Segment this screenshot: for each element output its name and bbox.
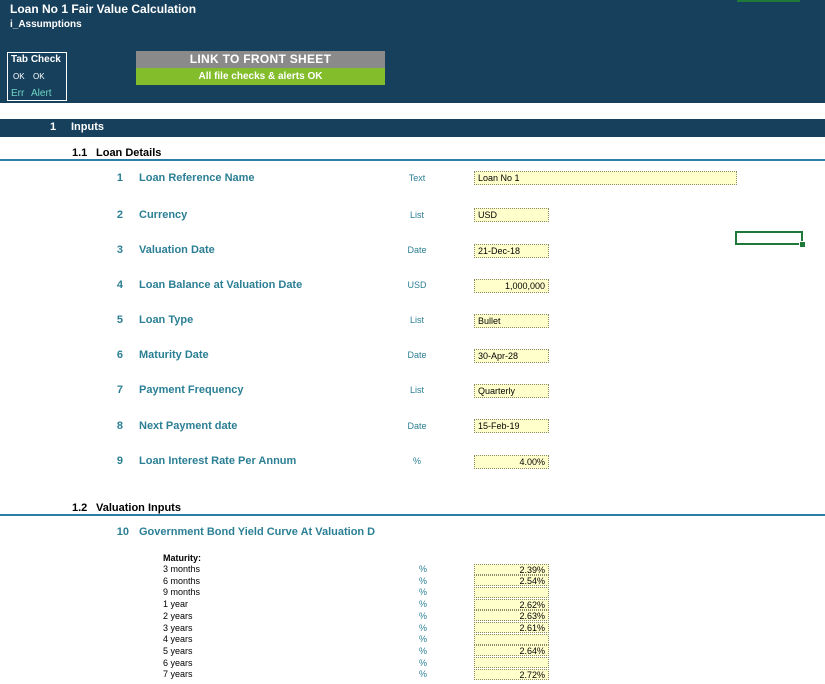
row-type: Date xyxy=(407,245,427,255)
yield-curve-unit: % xyxy=(418,575,427,586)
row-label-next-payment-date: Next Payment date xyxy=(139,420,238,432)
subsection-number-loan-details: 1.1 xyxy=(72,147,88,159)
row-number: 9 xyxy=(116,455,123,467)
file-checks-status: All file checks & alerts OK xyxy=(136,68,385,85)
row-number: 4 xyxy=(116,279,123,291)
row-number: 10 xyxy=(116,526,129,538)
yield-curve-rate-input[interactable] xyxy=(474,633,549,645)
subsection-divider xyxy=(0,514,825,516)
yield-curve-rate-input[interactable]: 2.54% xyxy=(474,575,549,587)
yield-curve-unit: % xyxy=(418,610,427,621)
row-label-interest-rate: Loan Interest Rate Per Annum xyxy=(139,455,297,467)
row-label-valuation-date: Valuation Date xyxy=(139,244,215,256)
row-number: 2 xyxy=(116,209,123,221)
row-type: List xyxy=(409,385,424,395)
yield-curve-maturity-label: 5 years xyxy=(163,645,193,656)
tab-check-alert: Alert xyxy=(31,88,52,99)
row-number: 3 xyxy=(116,244,123,256)
row-number: 5 xyxy=(116,314,123,326)
yield-curve-unit: % xyxy=(418,657,427,668)
page-title: Loan No 1 Fair Value Calculation xyxy=(10,2,197,16)
row-label-loan-balance: Loan Balance at Valuation Date xyxy=(139,279,303,291)
yield-curve-rate-input[interactable]: 2.61% xyxy=(474,622,549,633)
yield-curve-maturity-label: 9 months xyxy=(163,587,201,598)
row-number: 7 xyxy=(116,384,123,396)
yield-curve-rate-input[interactable]: 2.72% xyxy=(474,668,549,680)
yield-curve-maturity-label: 6 years xyxy=(163,657,193,668)
yield-curve-maturity-label: 1 year xyxy=(163,599,189,610)
interest-rate-input[interactable]: 4.00% xyxy=(474,455,549,469)
yield-curve-rate-input[interactable]: 2.64% xyxy=(474,645,549,657)
row-type: % xyxy=(412,456,421,466)
section-number: 1 xyxy=(50,121,57,133)
yield-curve-unit: % xyxy=(418,669,427,680)
yield-curve-rate-input[interactable]: 2.39% xyxy=(474,563,549,575)
valuation-date-input[interactable]: 21-Dec-18 xyxy=(474,244,549,258)
row-number: 6 xyxy=(116,349,123,361)
yield-curve-maturity-label: 4 years xyxy=(163,634,193,645)
row-number: 8 xyxy=(116,420,123,432)
section-title: Inputs xyxy=(71,121,104,133)
row-label-loan-reference-name: Loan Reference Name xyxy=(139,172,255,184)
tab-check-title: Tab Check xyxy=(11,54,61,65)
yield-curve-unit: % xyxy=(418,645,427,656)
row-type: Text xyxy=(408,173,426,183)
yield-curve-rate-input[interactable] xyxy=(474,586,549,598)
selected-cell[interactable] xyxy=(735,231,803,245)
yield-curve-rate-input[interactable]: 2.63% xyxy=(474,610,549,622)
subsection-number-valuation-inputs: 1.2 xyxy=(72,502,88,514)
yield-curve-maturity-label: 3 years xyxy=(163,622,193,633)
yield-curve-maturity-label: 3 months xyxy=(163,564,201,574)
row-label-currency: Currency xyxy=(139,209,188,221)
yield-curve-unit: % xyxy=(418,622,427,633)
tab-check-err: Err xyxy=(11,88,25,99)
row-type: List xyxy=(409,210,424,220)
subsection-divider xyxy=(0,159,825,161)
tab-check-ok-2: OK xyxy=(33,72,45,81)
yield-curve-rate-input[interactable] xyxy=(474,657,549,669)
row-label-payment-frequency: Payment Frequency xyxy=(139,384,244,396)
yield-curve-maturity-label: 2 years xyxy=(163,610,193,621)
header-accent-strip xyxy=(737,0,800,2)
yield-curve-unit: % xyxy=(418,599,427,610)
row-label-maturity-date: Maturity Date xyxy=(139,349,209,361)
row-type: List xyxy=(409,315,424,325)
yield-curve-unit: % xyxy=(418,564,427,574)
loan-reference-name-input[interactable]: Loan No 1 xyxy=(474,171,737,185)
yield-curve-rate-input[interactable]: 2.62% xyxy=(474,598,549,610)
tab-check-box: Tab Check OK OK Err Alert xyxy=(7,52,67,101)
sheet-subtitle: i_Assumptions xyxy=(10,19,82,30)
row-type: Date xyxy=(407,350,427,360)
yield-curve-maturity-label: 6 months xyxy=(163,575,201,586)
row-label-loan-type: Loan Type xyxy=(139,314,194,326)
row-label-yield-curve: Government Bond Yield Curve At Valuation… xyxy=(139,526,376,538)
link-to-front-sheet-button[interactable]: LINK TO FRONT SHEET xyxy=(136,51,385,68)
subsection-title-loan-details: Loan Details xyxy=(96,147,162,159)
maturity-date-input[interactable]: 30-Apr-28 xyxy=(474,349,549,363)
tab-check-ok-1: OK xyxy=(13,72,25,81)
yield-curve-unit: % xyxy=(418,634,427,645)
payment-frequency-select[interactable]: Quarterly xyxy=(474,384,549,398)
row-number: 1 xyxy=(116,172,123,184)
row-type: USD xyxy=(407,280,427,290)
row-type: Date xyxy=(407,421,427,431)
loan-balance-input[interactable]: 1,000,000 xyxy=(474,279,549,293)
yield-curve-unit: % xyxy=(418,587,427,598)
section-inputs-bar xyxy=(0,119,825,137)
maturity-header: Maturity: xyxy=(163,553,201,563)
next-payment-date-input[interactable]: 15-Feb-19 xyxy=(474,419,549,433)
yield-curve-maturity-label: 7 years xyxy=(163,669,193,680)
currency-select[interactable]: USD xyxy=(474,208,549,222)
loan-type-select[interactable]: Bullet xyxy=(474,314,549,328)
subsection-title-valuation-inputs: Valuation Inputs xyxy=(96,502,181,514)
fill-handle[interactable] xyxy=(799,241,806,248)
